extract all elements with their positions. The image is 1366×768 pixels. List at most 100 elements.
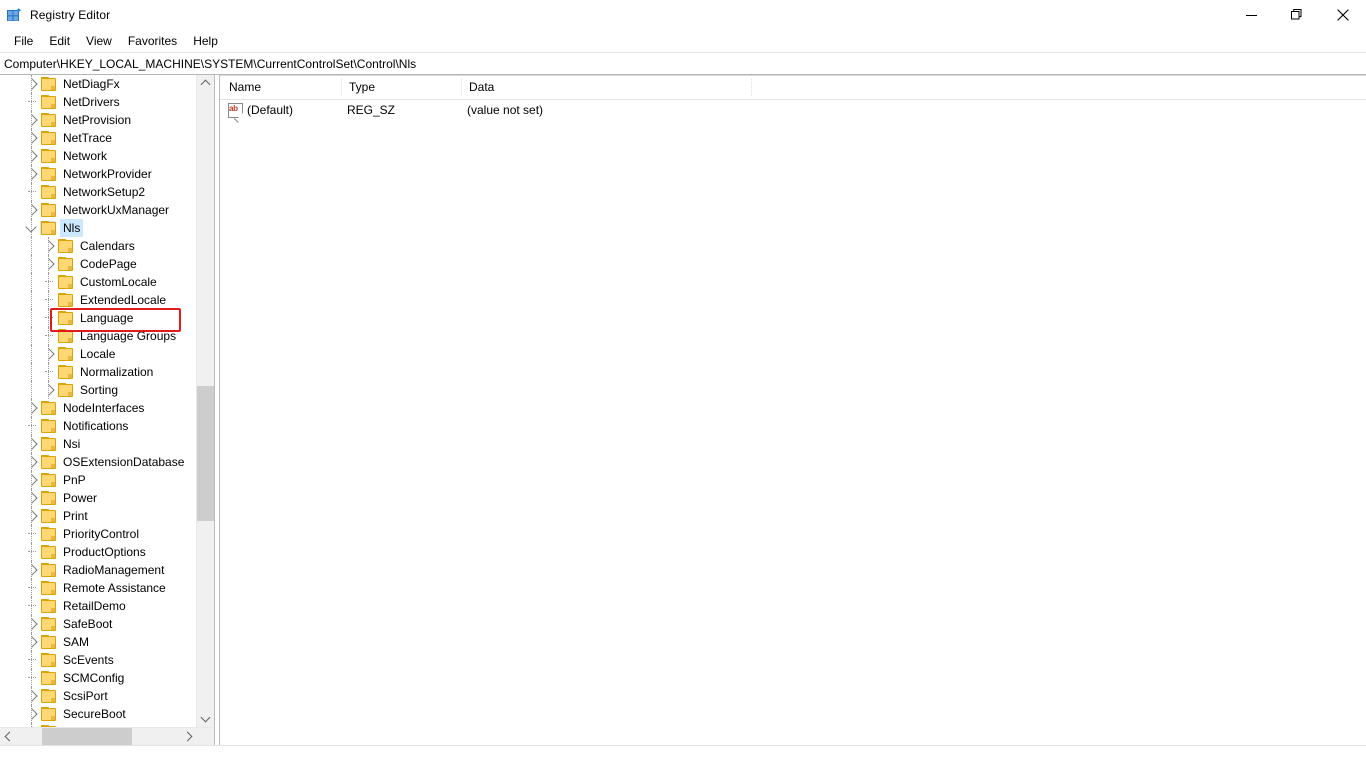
tree-item-customlocale[interactable]: CustomLocale xyxy=(0,273,214,291)
tree-expand-toggle[interactable] xyxy=(24,129,40,147)
tree-item-pnp[interactable]: PnP xyxy=(0,471,214,489)
tree-item-nsi[interactable]: Nsi xyxy=(0,435,214,453)
tree-vertical-scrollbar[interactable] xyxy=(196,75,214,727)
tree-item-sam[interactable]: SAM xyxy=(0,633,214,651)
tree-expand-toggle[interactable] xyxy=(24,507,40,525)
column-header-name[interactable]: Name xyxy=(221,76,341,99)
tree-item-language-groups[interactable]: Language Groups xyxy=(0,327,214,345)
tree-item-productoptions[interactable]: ProductOptions xyxy=(0,543,214,561)
chevron-right-icon[interactable] xyxy=(26,456,38,468)
menu-file[interactable]: File xyxy=(6,31,41,51)
tree-expand-toggle[interactable] xyxy=(41,237,57,255)
tree-horizontal-scrollbar[interactable] xyxy=(0,727,214,745)
chevron-right-icon[interactable] xyxy=(26,78,38,90)
chevron-right-icon[interactable] xyxy=(26,474,38,486)
menu-view[interactable]: View xyxy=(78,31,120,51)
chevron-right-icon[interactable] xyxy=(43,384,55,396)
chevron-right-icon[interactable] xyxy=(26,618,38,630)
menu-favorites[interactable]: Favorites xyxy=(120,31,185,51)
menu-help[interactable]: Help xyxy=(185,31,226,51)
chevron-right-icon[interactable] xyxy=(43,348,55,360)
tree-expand-toggle[interactable] xyxy=(24,435,40,453)
tree-expand-toggle[interactable] xyxy=(24,633,40,651)
tree-item-nettrace[interactable]: NetTrace xyxy=(0,129,214,147)
tree-item-scsiport[interactable]: ScsiPort xyxy=(0,687,214,705)
tree-item-scevents[interactable]: ScEvents xyxy=(0,651,214,669)
chevron-right-icon[interactable] xyxy=(26,708,38,720)
chevron-right-icon[interactable] xyxy=(26,510,38,522)
minimize-button[interactable] xyxy=(1228,0,1274,30)
chevron-right-icon[interactable] xyxy=(26,690,38,702)
close-button[interactable] xyxy=(1320,0,1366,30)
chevron-right-icon[interactable] xyxy=(26,168,38,180)
column-divider[interactable] xyxy=(341,79,343,96)
tree-item-networkuxmanager[interactable]: NetworkUxManager xyxy=(0,201,214,219)
column-divider[interactable] xyxy=(751,79,753,96)
tree-expand-toggle[interactable] xyxy=(24,471,40,489)
tree-expand-toggle[interactable] xyxy=(24,75,40,93)
vertical-scroll-thumb[interactable] xyxy=(197,386,214,521)
tree-expand-toggle[interactable] xyxy=(41,381,57,399)
chevron-right-icon[interactable] xyxy=(26,564,38,576)
tree-item-retaildemo[interactable]: RetailDemo xyxy=(0,597,214,615)
chevron-right-icon[interactable] xyxy=(43,258,55,270)
tree-item-print[interactable]: Print xyxy=(0,507,214,525)
chevron-right-icon[interactable] xyxy=(26,402,38,414)
scroll-left-button[interactable] xyxy=(0,728,17,745)
column-divider[interactable] xyxy=(461,79,463,96)
tree-item-extendedlocale[interactable]: ExtendedLocale xyxy=(0,291,214,309)
tree-expand-toggle[interactable] xyxy=(41,345,57,363)
tree-item-safeboot[interactable]: SafeBoot xyxy=(0,615,214,633)
tree-expand-toggle[interactable] xyxy=(24,615,40,633)
horizontal-scroll-thumb[interactable] xyxy=(42,728,132,745)
tree-item-codepage[interactable]: CodePage xyxy=(0,255,214,273)
chevron-right-icon[interactable] xyxy=(26,492,38,504)
chevron-right-icon[interactable] xyxy=(26,150,38,162)
tree-item-locale[interactable]: Locale xyxy=(0,345,214,363)
tree-item-remote-assistance[interactable]: Remote Assistance xyxy=(0,579,214,597)
tree-item-networksetup2[interactable]: NetworkSetup2 xyxy=(0,183,214,201)
column-header-data[interactable]: Data xyxy=(461,76,751,99)
tree-expand-toggle[interactable] xyxy=(24,399,40,417)
address-bar[interactable]: Computer\HKEY_LOCAL_MACHINE\SYSTEM\Curre… xyxy=(0,52,1366,75)
tree-item-netdrivers[interactable]: NetDrivers xyxy=(0,93,214,111)
tree-item-language[interactable]: Language xyxy=(0,309,214,327)
tree-item-normalization[interactable]: Normalization xyxy=(0,363,214,381)
tree-item-notifications[interactable]: Notifications xyxy=(0,417,214,435)
tree-expand-toggle[interactable] xyxy=(24,453,40,471)
tree-expand-toggle[interactable] xyxy=(24,111,40,129)
tree-expand-toggle[interactable] xyxy=(24,705,40,723)
scroll-up-button[interactable] xyxy=(197,75,214,92)
chevron-right-icon[interactable] xyxy=(26,438,38,450)
tree-item-nodeinterfaces[interactable]: NodeInterfaces xyxy=(0,399,214,417)
scroll-down-button[interactable] xyxy=(197,710,214,727)
tree-item-sorting[interactable]: Sorting xyxy=(0,381,214,399)
tree-item-nls[interactable]: Nls xyxy=(0,219,214,237)
chevron-right-icon[interactable] xyxy=(43,240,55,252)
tree-expand-toggle[interactable] xyxy=(24,687,40,705)
tree-expand-toggle[interactable] xyxy=(24,165,40,183)
tree-item-prioritycontrol[interactable]: PriorityControl xyxy=(0,525,214,543)
tree-expand-toggle[interactable] xyxy=(24,147,40,165)
tree-collapse-toggle[interactable] xyxy=(24,219,40,237)
tree-item-secureboot[interactable]: SecureBoot xyxy=(0,705,214,723)
tree-expand-toggle[interactable] xyxy=(24,201,40,219)
chevron-right-icon[interactable] xyxy=(26,132,38,144)
menu-edit[interactable]: Edit xyxy=(41,31,78,51)
tree-item-radiomanagement[interactable]: RadioManagement xyxy=(0,561,214,579)
tree-item-netdiagfx[interactable]: NetDiagFx xyxy=(0,75,214,93)
tree-item-scmconfig[interactable]: SCMConfig xyxy=(0,669,214,687)
maximize-button[interactable] xyxy=(1274,0,1320,30)
tree-item-networkprovider[interactable]: NetworkProvider xyxy=(0,165,214,183)
chevron-right-icon[interactable] xyxy=(26,636,38,648)
tree-expand-toggle[interactable] xyxy=(41,255,57,273)
value-row[interactable]: ab (Default) REG_SZ (value not set) xyxy=(220,100,1366,123)
chevron-right-icon[interactable] xyxy=(26,114,38,126)
tree-expand-toggle[interactable] xyxy=(24,489,40,507)
tree-expand-toggle[interactable] xyxy=(24,561,40,579)
tree-item-netprovision[interactable]: NetProvision xyxy=(0,111,214,129)
chevron-down-icon[interactable] xyxy=(25,221,37,233)
tree-item-calendars[interactable]: Calendars xyxy=(0,237,214,255)
scroll-right-button[interactable] xyxy=(180,728,197,745)
tree-item-power[interactable]: Power xyxy=(0,489,214,507)
